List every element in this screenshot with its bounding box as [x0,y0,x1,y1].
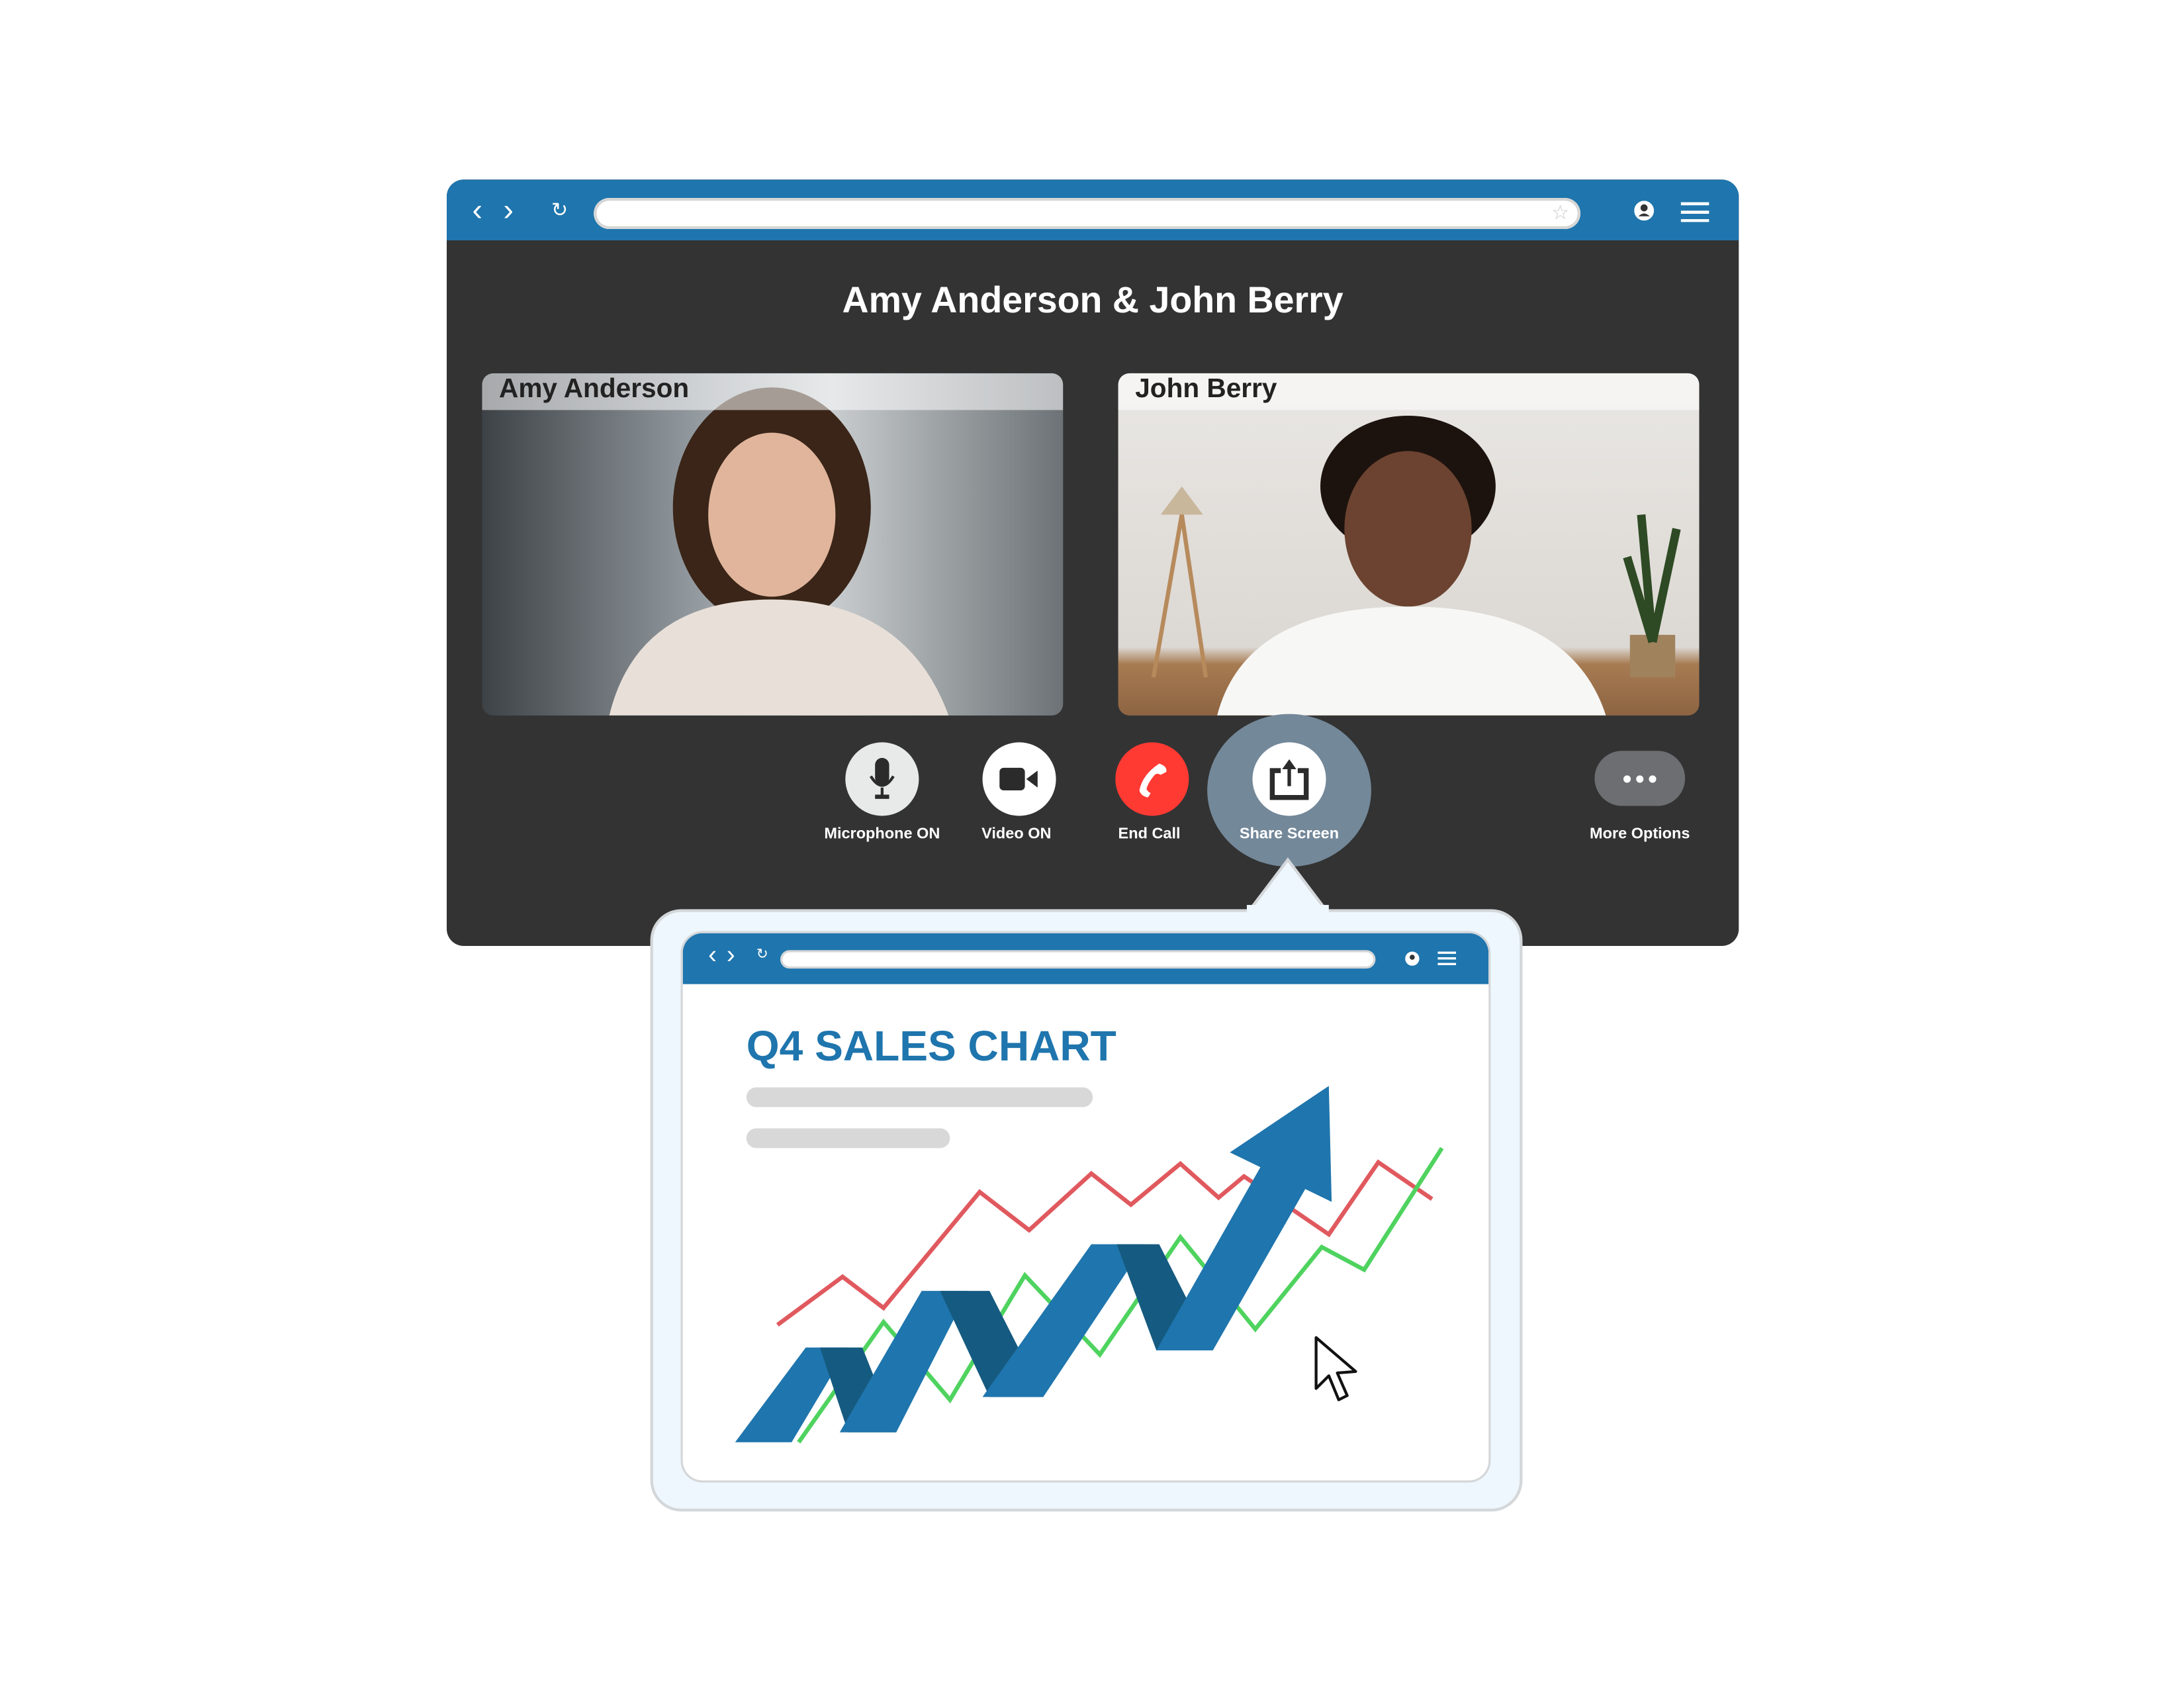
mouse-cursor-icon [1314,1336,1357,1401]
sales-chart-illustration [735,1086,1444,1444]
growth-arrow [735,1086,1332,1442]
